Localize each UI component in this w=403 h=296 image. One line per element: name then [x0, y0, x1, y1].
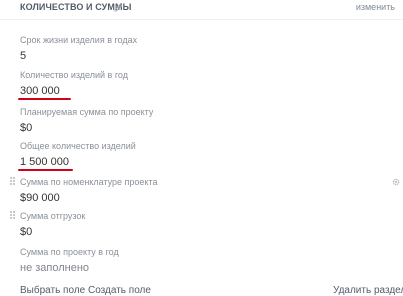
field-label: Общее количество изделий: [20, 141, 136, 151]
red-underline: [18, 98, 71, 100]
red-underline: [18, 169, 73, 171]
field-value: $0: [20, 226, 33, 238]
edit-section-link[interactable]: изменить: [356, 2, 395, 12]
select-field-link[interactable]: Выбрать поле: [20, 285, 85, 296]
field-value: $0: [20, 122, 33, 134]
drag-handle-icon[interactable]: [10, 211, 15, 221]
field-value: $90 000: [20, 192, 60, 204]
field-amount-per-year[interactable]: Сумма по проекту в год не заполнено: [20, 247, 119, 275]
field-value: 1 500 000: [20, 156, 69, 168]
field-value: 5: [20, 50, 27, 62]
gear-icon[interactable]: [391, 177, 401, 187]
pencil-icon[interactable]: [114, 3, 123, 12]
field-label: Количество изделий в год: [20, 70, 128, 80]
field-total-quantity[interactable]: Общее количество изделий 1 500 000: [20, 141, 136, 169]
create-field-link[interactable]: Создать поле: [88, 285, 151, 296]
field-value: 300 000: [20, 85, 60, 97]
field-nomenclature-amount[interactable]: Сумма по номенклатуре проекта $90 000: [20, 177, 157, 205]
field-label: Срок жизни изделия в годах: [20, 35, 138, 45]
delete-section-link[interactable]: Удалить раздел: [333, 285, 403, 296]
field-shipments-amount[interactable]: Сумма отгрузок $0: [20, 211, 85, 239]
field-label: Сумма по проекту в год: [20, 247, 119, 257]
drag-handle-icon[interactable]: [10, 177, 15, 187]
section-header: КОЛИЧЕСТВО И СУММЫ изменить: [0, 0, 403, 20]
field-value: не заполнено: [20, 262, 90, 274]
field-label: Сумма отгрузок: [20, 211, 86, 221]
field-product-lifetime[interactable]: Срок жизни изделия в годах 5: [20, 35, 137, 63]
field-label: Сумма по номенклатуре проекта: [20, 177, 158, 187]
field-planned-amount[interactable]: Планируемая сумма по проекту $0: [20, 107, 153, 135]
field-label: Планируемая сумма по проекту: [20, 107, 154, 117]
field-quantity-per-year[interactable]: Количество изделий в год 300 000: [20, 70, 128, 98]
